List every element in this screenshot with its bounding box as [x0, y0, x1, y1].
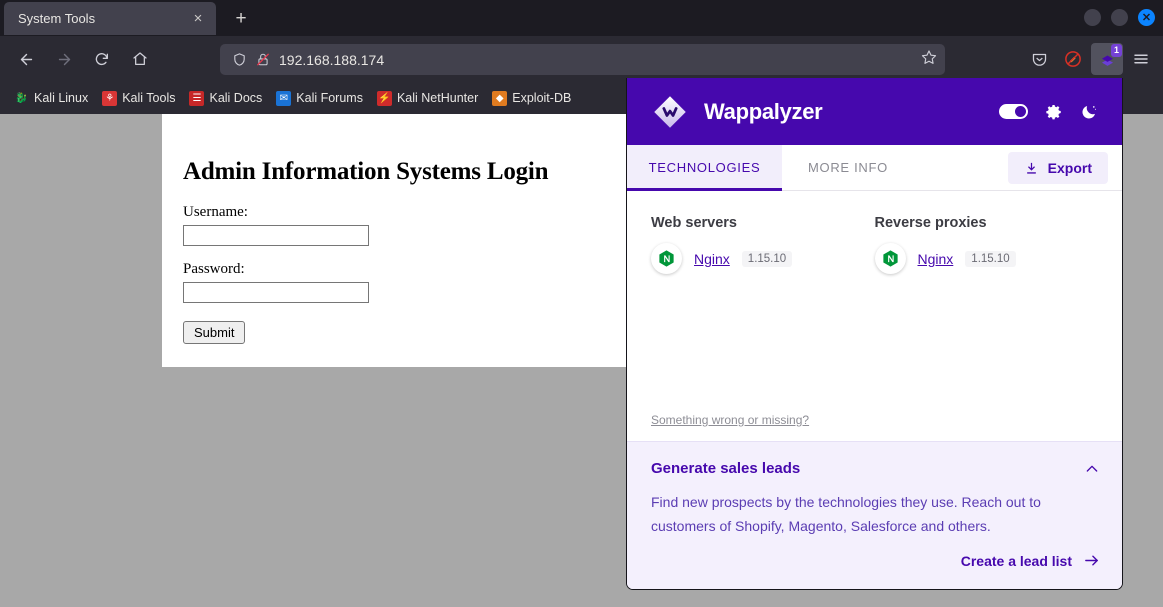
category-grid: Web servers Nginx 1.15.10 Reverse proxies Ng…: [627, 215, 1122, 274]
technology-link[interactable]: Nginx: [694, 251, 730, 267]
bookmark-favicon-icon: 🐉: [15, 92, 28, 104]
window-controls: ✕: [1084, 9, 1155, 26]
feedback-link[interactable]: Something wrong or missing?: [651, 413, 809, 427]
promo-card: Generate sales leads Find new prospects …: [627, 441, 1122, 589]
technology-row: Nginx 1.15.10: [874, 243, 1099, 274]
technologies-body: Web servers Nginx 1.15.10 Reverse proxies Ng…: [627, 191, 1122, 441]
wappalyzer-panel: Wappalyzer TECHNOLOGIES MORE INFO Export: [626, 78, 1123, 590]
chevron-up-icon[interactable]: [1084, 461, 1100, 477]
technology-link[interactable]: Nginx: [918, 251, 954, 267]
bookmark-favicon-icon: ◆: [492, 90, 508, 106]
pocket-icon[interactable]: [1023, 43, 1055, 75]
hamburger-menu-icon[interactable]: [1125, 43, 1157, 75]
tab-strip: System Tools × + ✕: [0, 0, 1163, 36]
bookmark-favicon-icon: ✉: [276, 90, 292, 106]
home-icon[interactable]: [124, 43, 156, 75]
star-icon[interactable]: [921, 49, 937, 70]
promo-title: Generate sales leads: [651, 460, 801, 477]
bookmark-label: Kali Tools: [122, 91, 176, 105]
back-icon[interactable]: [10, 43, 42, 75]
category-title: Web servers: [651, 215, 737, 231]
promo-header[interactable]: Generate sales leads: [651, 460, 1100, 477]
bookmark-item[interactable]: ✉ Kali Forums: [270, 88, 369, 109]
bookmark-item[interactable]: ⚘ Kali Tools: [96, 88, 181, 109]
export-label: Export: [1047, 160, 1092, 176]
login-card: Admin Information Systems Login Username…: [162, 114, 626, 367]
username-input[interactable]: [183, 225, 369, 246]
close-window-button[interactable]: ✕: [1138, 9, 1155, 26]
moon-icon[interactable]: [1080, 103, 1098, 121]
bookmark-label: Exploit-DB: [512, 91, 572, 105]
technology-category: Reverse proxies Nginx 1.15.10: [874, 215, 1099, 274]
technology-category: Web servers Nginx 1.15.10: [651, 215, 875, 274]
wappalyzer-extension-icon[interactable]: 1: [1091, 43, 1123, 75]
shield-icon[interactable]: [232, 52, 247, 67]
technology-version: 1.15.10: [741, 250, 793, 267]
adblock-icon[interactable]: [1057, 43, 1089, 75]
password-input[interactable]: [183, 282, 369, 303]
url-text: 192.168.188.174: [279, 51, 385, 68]
bookmark-item[interactable]: ◆ Exploit-DB: [486, 88, 577, 109]
bookmark-item[interactable]: ☰ Kali Docs: [183, 88, 268, 109]
bookmark-favicon-icon: ⚘: [102, 90, 118, 106]
maximize-button[interactable]: [1111, 9, 1128, 26]
bookmark-label: Kali Forums: [296, 91, 363, 105]
wappalyzer-header-actions: [999, 103, 1098, 121]
password-label: Password:: [183, 261, 245, 277]
nginx-icon: [651, 243, 682, 274]
new-tab-button[interactable]: +: [228, 7, 254, 31]
category-title: Reverse proxies: [874, 215, 987, 231]
bookmark-favicon-icon: ☰: [189, 90, 205, 106]
bookmark-label: Kali Linux: [34, 91, 89, 105]
wappalyzer-logo-icon: [649, 91, 691, 133]
export-button[interactable]: Export: [1007, 152, 1108, 184]
reload-icon[interactable]: [86, 43, 118, 75]
close-tab-icon[interactable]: ×: [188, 9, 208, 29]
forward-icon[interactable]: [48, 43, 80, 75]
wappalyzer-header: Wappalyzer: [627, 78, 1122, 145]
toolbar-actions: 1: [1023, 43, 1157, 75]
bookmark-item[interactable]: 🐉 Kali Linux: [8, 88, 94, 109]
page-title: Admin Information Systems Login: [183, 158, 549, 185]
tab-title: System Tools: [18, 11, 96, 26]
promo-cta-label: Create a lead list: [960, 552, 1072, 569]
lock-crossed-icon[interactable]: [256, 52, 270, 67]
browser-tab[interactable]: System Tools ×: [4, 2, 216, 35]
browser-window: System Tools × + ✕ 192.168.188.174 1 🐉 K…: [0, 0, 1163, 607]
navigation-toolbar: 192.168.188.174 1: [0, 36, 1163, 82]
bookmark-favicon-icon: ⚡: [376, 90, 392, 106]
tab-technologies[interactable]: TECHNOLOGIES: [627, 145, 782, 191]
wappalyzer-title: Wappalyzer: [704, 98, 823, 124]
download-icon: [1024, 161, 1039, 176]
username-label: Username:: [183, 204, 248, 220]
tab-more-info[interactable]: MORE INFO: [782, 145, 908, 190]
submit-button[interactable]: Submit: [183, 321, 246, 344]
gear-icon[interactable]: [1045, 103, 1063, 121]
bookmark-label: Kali Docs: [209, 91, 263, 105]
login-form: Username: Password: Submit: [162, 186, 626, 344]
wappalyzer-tabs: TECHNOLOGIES MORE INFO Export: [627, 145, 1122, 191]
arrow-right-icon: [1083, 552, 1100, 569]
minimize-button[interactable]: [1084, 9, 1101, 26]
create-lead-list-button[interactable]: Create a lead list: [651, 552, 1100, 569]
toggle-switch[interactable]: [999, 104, 1028, 119]
address-bar[interactable]: 192.168.188.174: [220, 44, 945, 75]
bookmark-label: Kali NetHunter: [396, 91, 479, 105]
promo-body: Find new prospects by the technologies t…: [651, 494, 1041, 534]
extension-badge: 1: [1110, 44, 1122, 57]
bookmark-item[interactable]: ⚡ Kali NetHunter: [371, 88, 484, 109]
technology-version: 1.15.10: [965, 250, 1016, 267]
nginx-icon: [874, 243, 906, 274]
technology-row: Nginx 1.15.10: [651, 243, 875, 274]
